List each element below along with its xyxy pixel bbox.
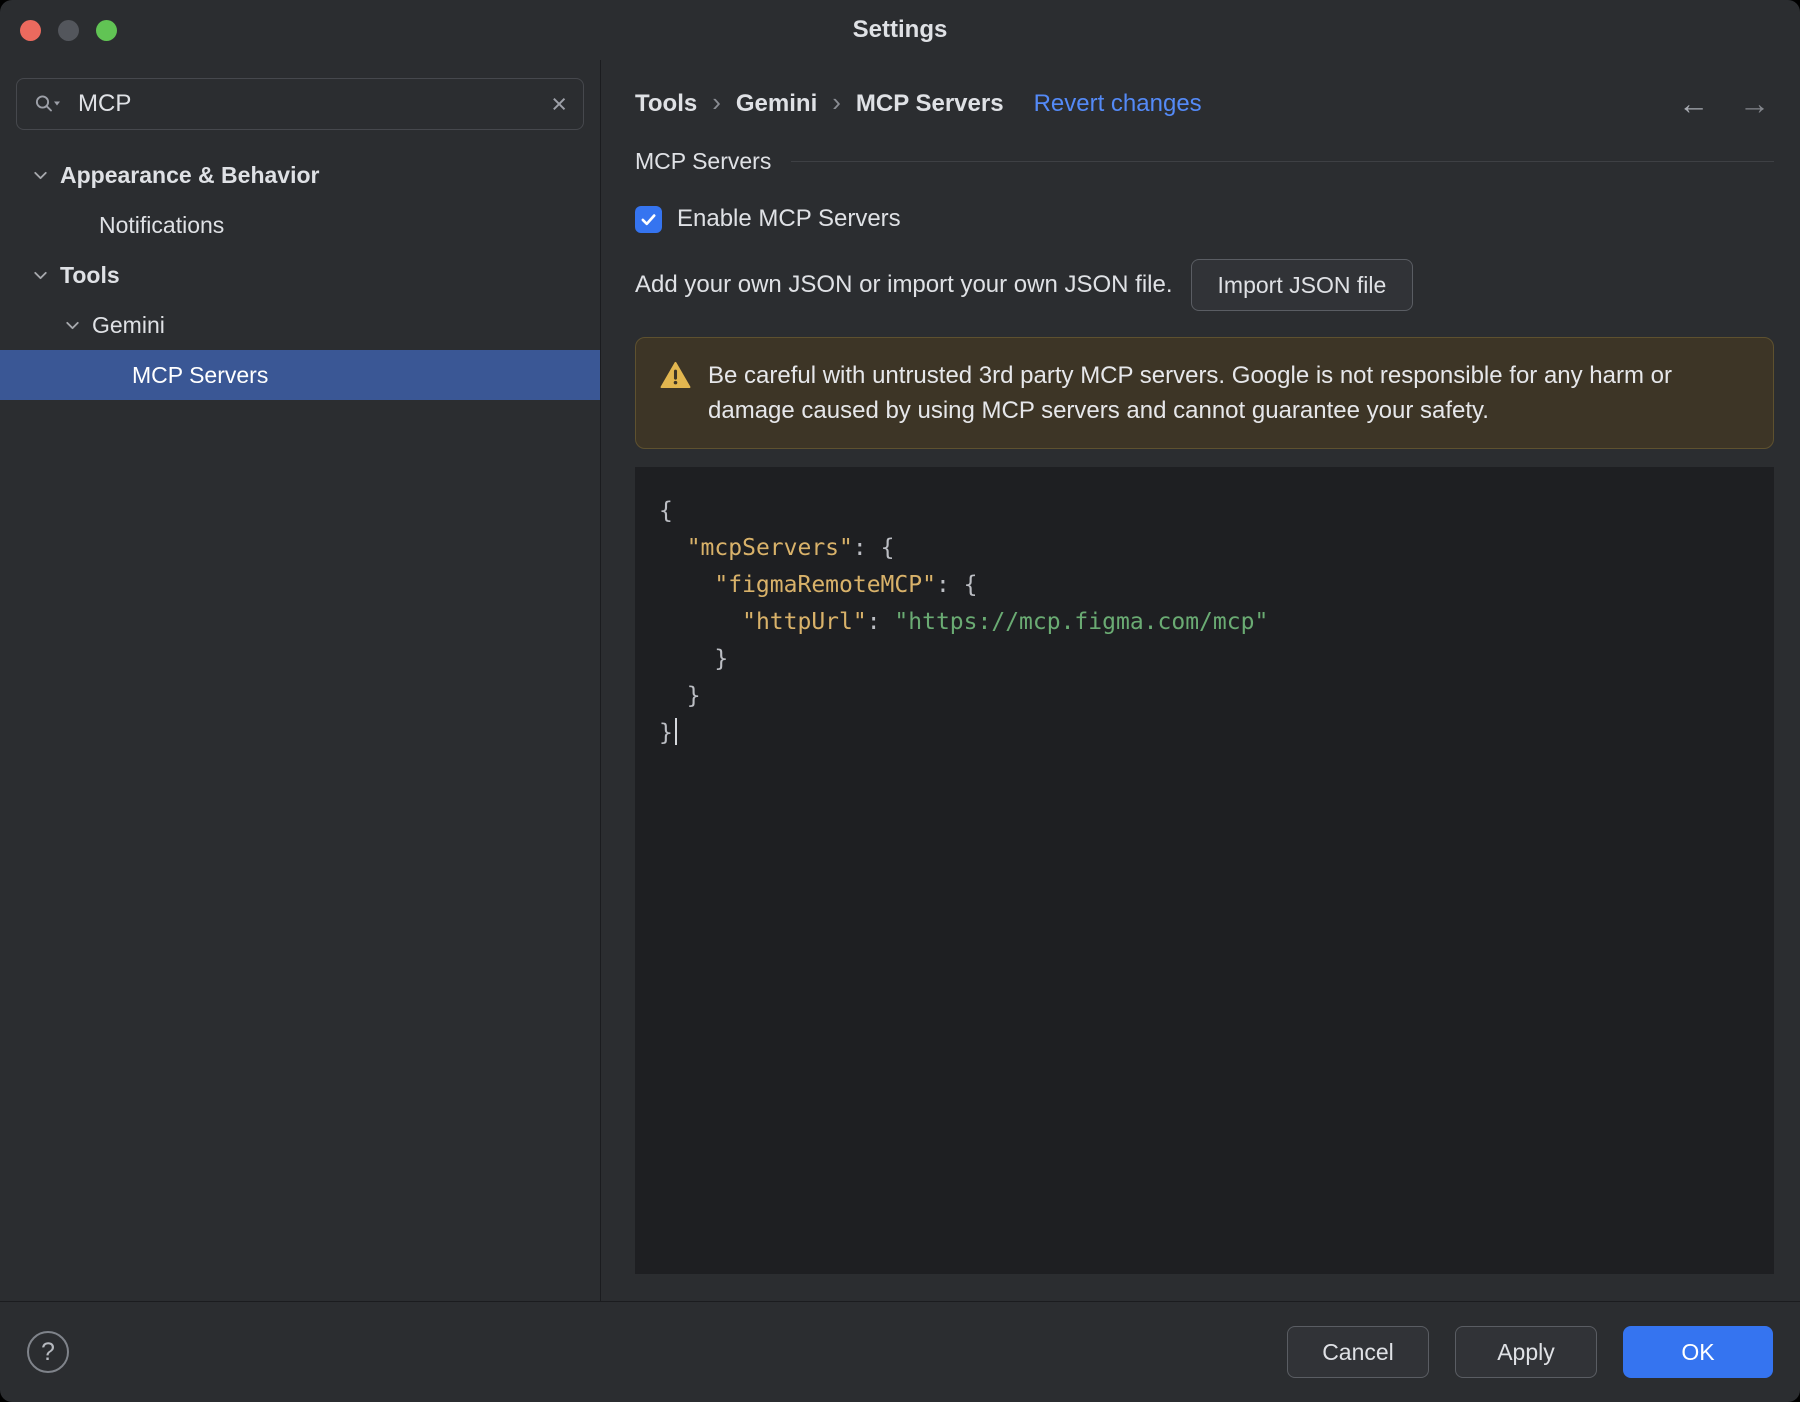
breadcrumb-item-gemini[interactable]: Gemini: [736, 90, 817, 118]
close-window-button[interactable]: [20, 19, 41, 41]
window-controls: [20, 0, 117, 60]
forward-arrow-icon[interactable]: →: [1739, 86, 1770, 122]
sidebar-item-notifications[interactable]: Notifications: [0, 200, 600, 250]
code-line: }: [659, 646, 729, 672]
settings-tree: Appearance & Behavior Notifications Tool…: [0, 150, 600, 400]
ok-button[interactable]: OK: [1623, 1326, 1773, 1378]
section-divider: [791, 161, 1774, 162]
chevron-down-icon[interactable]: [62, 315, 83, 336]
clear-search-icon[interactable]: ×: [551, 90, 567, 118]
mcp-json-editor[interactable]: { "mcpServers": { "figmaRemoteMCP": { "h…: [635, 467, 1774, 1274]
code-line: }: [659, 715, 1754, 752]
dialog-footer: ? Cancel Apply OK: [0, 1301, 1800, 1402]
search-icon[interactable]: [33, 92, 64, 116]
warning-banner: Be careful with untrusted 3rd party MCP …: [635, 337, 1774, 449]
breadcrumb: Tools › Gemini › MCP Servers Revert chan…: [635, 82, 1774, 126]
sidebar-item-label: Tools: [60, 261, 120, 288]
content-area: × Appearance & Behavior Notifications To…: [0, 60, 1800, 1301]
code-line: "figmaRemoteMCP": {: [714, 572, 978, 598]
sidebar-item-label: Gemini: [92, 311, 165, 338]
code-line: "mcpServers": {: [686, 535, 895, 561]
code-line: }: [659, 683, 701, 709]
question-mark-icon: ?: [41, 1337, 55, 1366]
warning-text: Be careful with untrusted 3rd party MCP …: [708, 362, 1672, 424]
import-json-button[interactable]: Import JSON file: [1190, 259, 1414, 311]
chevron-down-icon[interactable]: [30, 165, 51, 186]
section-header: MCP Servers: [635, 148, 1774, 175]
chevron-down-icon[interactable]: [30, 265, 51, 286]
checkmark-icon: [641, 213, 656, 225]
enable-mcp-row: Enable MCP Servers: [635, 205, 1774, 233]
help-button[interactable]: ?: [27, 1331, 69, 1373]
breadcrumb-separator-icon: ›: [832, 87, 841, 117]
sidebar-item-label: MCP Servers: [132, 361, 269, 388]
search-field[interactable]: ×: [16, 78, 584, 130]
sidebar-item-tools[interactable]: Tools: [0, 250, 600, 300]
enable-mcp-checkbox[interactable]: [635, 205, 662, 233]
text-cursor: [674, 718, 677, 745]
search-input[interactable]: [76, 89, 540, 119]
settings-sidebar: × Appearance & Behavior Notifications To…: [0, 60, 601, 1301]
enable-mcp-label: Enable MCP Servers: [677, 205, 901, 232]
sidebar-item-label: Notifications: [99, 211, 225, 238]
sidebar-item-gemini[interactable]: Gemini: [0, 300, 600, 350]
code-line: "httpUrl": "https://mcp.figma.com/mcp": [742, 609, 1269, 635]
import-row: Add your own JSON or import your own JSO…: [635, 259, 1774, 311]
breadcrumb-item-tools[interactable]: Tools: [635, 90, 697, 118]
sidebar-item-label: Appearance & Behavior: [60, 161, 320, 188]
back-arrow-icon[interactable]: ←: [1678, 86, 1709, 122]
breadcrumb-separator-icon: ›: [712, 87, 721, 117]
settings-window: Settings × Appearance & Behavior N: [0, 0, 1800, 1402]
breadcrumb-item-mcp-servers: MCP Servers: [855, 90, 1004, 117]
section-title: MCP Servers: [635, 148, 772, 174]
minimize-window-button[interactable]: [58, 19, 79, 41]
settings-main-pane: Tools › Gemini › MCP Servers Revert chan…: [601, 60, 1800, 1301]
window-title: Settings: [852, 16, 948, 43]
apply-button[interactable]: Apply: [1455, 1326, 1597, 1378]
search-options-chevron-icon: [54, 101, 60, 106]
history-navigation: ← →: [1678, 82, 1770, 126]
zoom-window-button[interactable]: [96, 19, 117, 41]
import-description: Add your own JSON or import your own JSO…: [635, 271, 1173, 298]
cancel-button[interactable]: Cancel: [1287, 1326, 1429, 1378]
sidebar-item-appearance-behavior[interactable]: Appearance & Behavior: [0, 150, 600, 200]
code-line: {: [659, 498, 673, 524]
title-bar: Settings: [0, 0, 1800, 60]
sidebar-item-mcp-servers[interactable]: MCP Servers: [0, 350, 600, 400]
warning-triangle-icon: [660, 361, 691, 389]
revert-changes-link[interactable]: Revert changes: [1034, 90, 1202, 118]
